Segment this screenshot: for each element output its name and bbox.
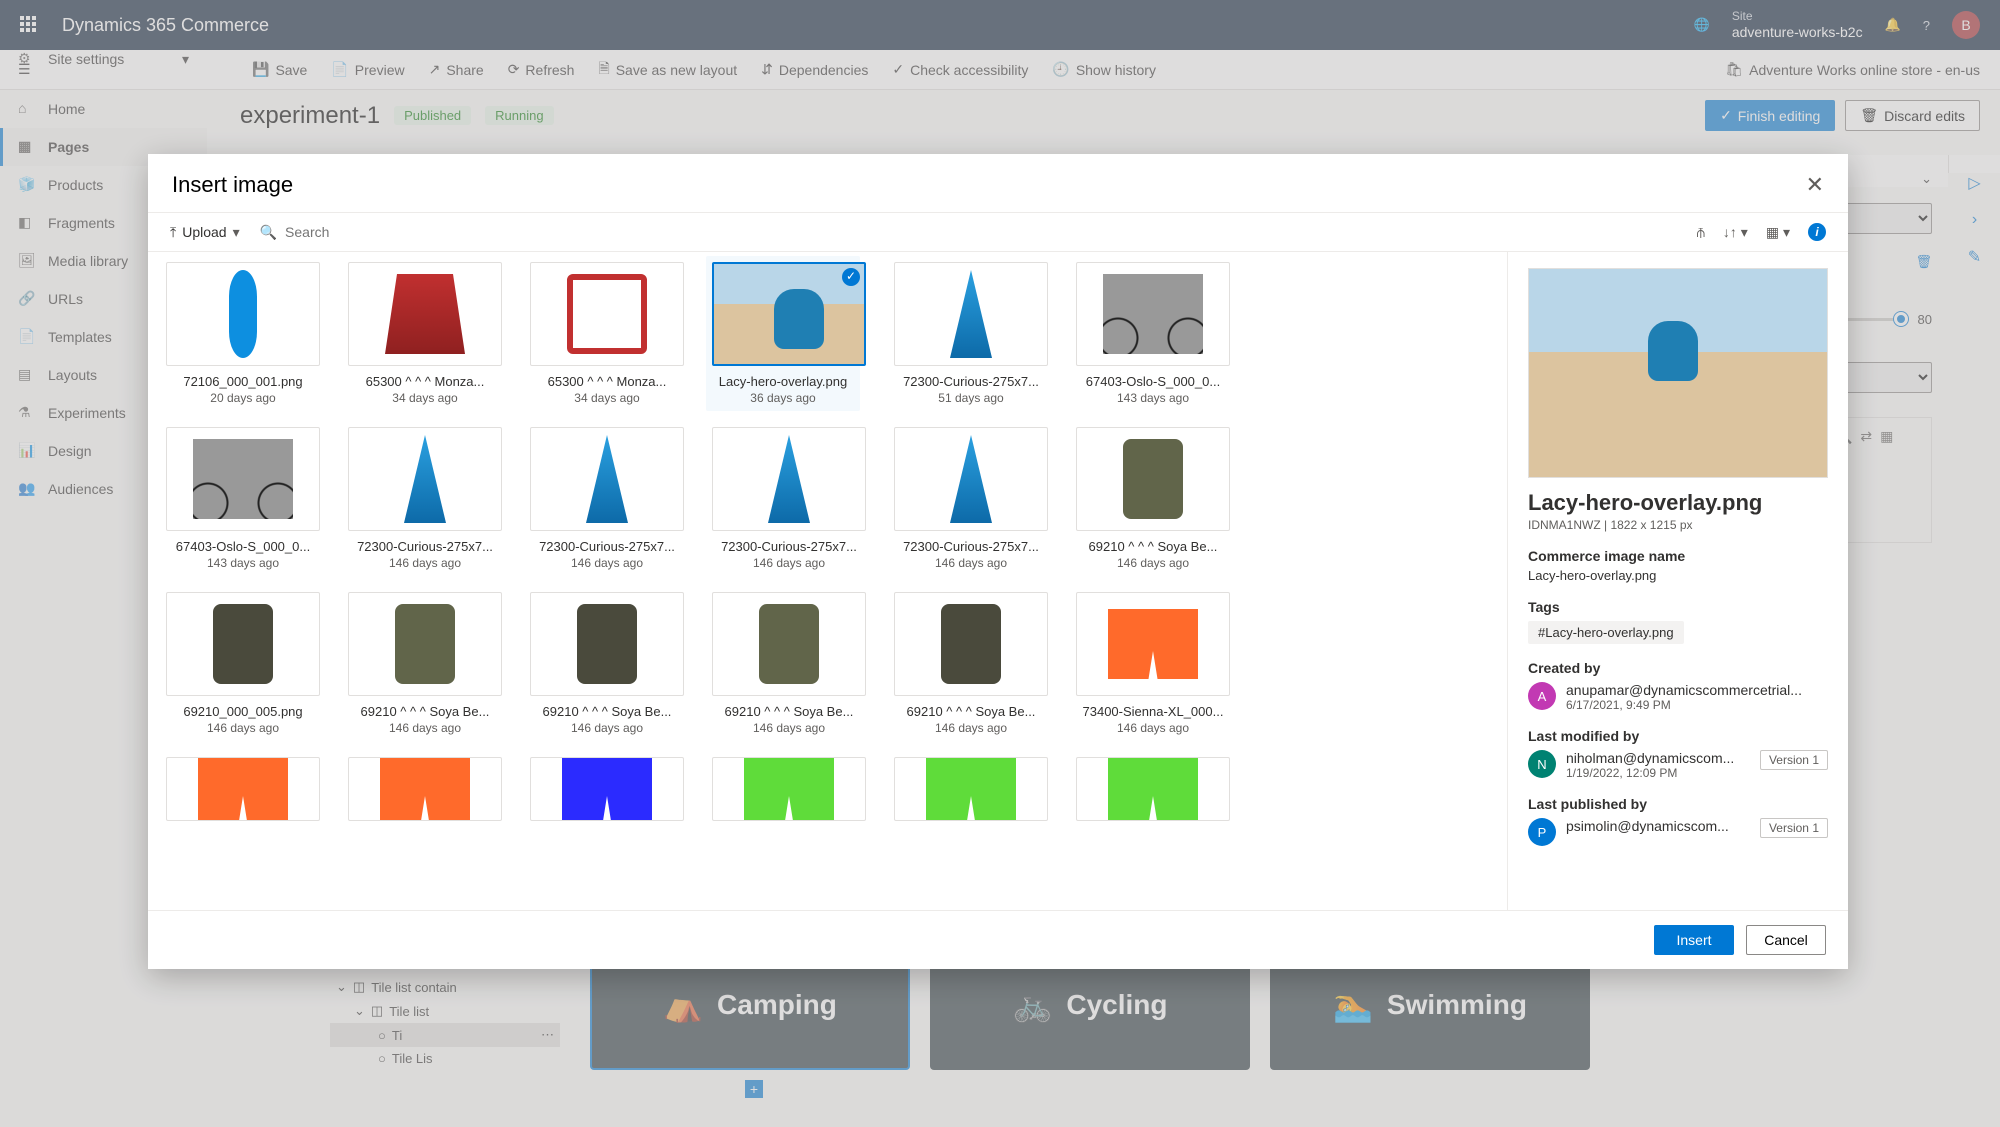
avatar: N [1528,750,1556,778]
thumbnail-card[interactable] [348,757,502,821]
thumbnail-name: 67403-Oslo-S_000_0... [1076,374,1230,389]
detail-pane: Lacy-hero-overlay.png IDNMA1NWZ | 1822 x… [1508,252,1848,910]
thumbnail-date: 146 days ago [894,556,1048,570]
thumbnail-card[interactable]: 69210 ^ ^ ^ Soya Be... 146 days ago [530,592,684,735]
thumbnail-card[interactable] [530,757,684,821]
upload-button[interactable]: ⤒ Upload ▾ [170,224,240,241]
thumbnail-name: Lacy-hero-overlay.png [712,374,854,389]
label-modified: Last modified by [1528,728,1828,744]
info-icon[interactable]: i [1808,223,1826,241]
thumbnail-card[interactable]: 72300-Curious-275x7... 146 days ago [530,427,684,570]
thumbnail-card[interactable]: 67403-Oslo-S_000_0... 143 days ago [1076,262,1230,405]
thumbnail-name: 72106_000_001.png [166,374,320,389]
thumbnail-card[interactable]: 72300-Curious-275x7... 51 days ago [894,262,1048,405]
thumbnail-name: 72300-Curious-275x7... [712,539,866,554]
thumbnail-card[interactable]: 67403-Oslo-S_000_0... 143 days ago [166,427,320,570]
cancel-button[interactable]: Cancel [1746,925,1826,955]
search-icon: 🔍 [260,224,277,241]
thumbnail-date: 143 days ago [1076,391,1230,405]
thumbnail-card[interactable]: 72300-Curious-275x7... 146 days ago [894,427,1048,570]
thumbnail-name: 69210 ^ ^ ^ Soya Be... [712,704,866,719]
thumbnail-card[interactable]: 72300-Curious-275x7... 146 days ago [348,427,502,570]
thumbnail-card[interactable] [894,757,1048,821]
thumbnail-card[interactable]: 69210 ^ ^ ^ Soya Be... 146 days ago [712,592,866,735]
created-user: anupamar@dynamicscommercetrial... [1566,682,1802,698]
search-box[interactable]: 🔍 [260,224,405,241]
thumbnail-card[interactable]: 65300 ^ ^ ^ Monza... 34 days ago [530,262,684,405]
thumbnail-name: 65300 ^ ^ ^ Monza... [530,374,684,389]
close-icon[interactable]: ✕ [1806,172,1824,198]
avatar: A [1528,682,1556,710]
thumbnail-date: 146 days ago [348,721,502,735]
value-commerce-name: Lacy-hero-overlay.png [1528,568,1828,583]
tag-chip[interactable]: #Lacy-hero-overlay.png [1528,621,1684,644]
thumbnail-name: 72300-Curious-275x7... [348,539,502,554]
thumbnail-card[interactable]: 72300-Curious-275x7... 146 days ago [712,427,866,570]
thumbnail-card[interactable] [166,757,320,821]
thumbnail-card[interactable]: 65300 ^ ^ ^ Monza... 34 days ago [348,262,502,405]
thumbnail-date: 146 days ago [894,721,1048,735]
thumbnail-date: 146 days ago [166,721,320,735]
detail-idline: IDNMA1NWZ | 1822 x 1215 px [1528,518,1828,532]
insert-button[interactable]: Insert [1654,925,1734,955]
thumbnail-card[interactable]: 69210_000_005.png 146 days ago [166,592,320,735]
thumbnail-card[interactable]: 73400-Sienna-XL_000... 146 days ago [1076,592,1230,735]
filter-icon[interactable]: ⫚ [1697,224,1705,241]
thumbnail-name: 72300-Curious-275x7... [530,539,684,554]
thumbnail-date: 146 days ago [530,721,684,735]
detail-filename: Lacy-hero-overlay.png [1528,490,1828,516]
modified-date: 1/19/2022, 12:09 PM [1566,766,1750,780]
thumbnail-name: 69210 ^ ^ ^ Soya Be... [1076,539,1230,554]
sort-icon[interactable]: ↓↑ ▾ [1723,224,1748,241]
published-user: psimolin@dynamicscom... [1566,818,1750,834]
thumbnail-date: 146 days ago [712,556,866,570]
thumbnail-date: 34 days ago [530,391,684,405]
thumbnail-name: 72300-Curious-275x7... [894,539,1048,554]
label-published: Last published by [1528,796,1828,812]
thumbnail-card[interactable] [712,757,866,821]
thumbnail-card[interactable]: Lacy-hero-overlay.png 36 days ago [706,256,860,411]
version-badge: Version 1 [1760,750,1828,770]
chevron-down-icon: ▾ [233,224,240,241]
label-created: Created by [1528,660,1828,676]
image-gallery: 72106_000_001.png 20 days ago 65300 ^ ^ ^ … [148,252,1508,910]
modal-title: Insert image [172,172,293,198]
thumbnail-name: 69210_000_005.png [166,704,320,719]
thumbnail-name: 73400-Sienna-XL_000... [1076,704,1230,719]
thumbnail-card[interactable]: 69210 ^ ^ ^ Soya Be... 146 days ago [1076,427,1230,570]
thumbnail-name: 72300-Curious-275x7... [894,374,1048,389]
thumbnail-card[interactable]: 69210 ^ ^ ^ Soya Be... 146 days ago [894,592,1048,735]
thumbnail-card[interactable]: 72106_000_001.png 20 days ago [166,262,320,405]
modified-user: niholman@dynamicscom... [1566,750,1750,766]
detail-preview [1528,268,1828,478]
thumbnail-date: 143 days ago [166,556,320,570]
thumbnail-date: 146 days ago [530,556,684,570]
thumbnail-date: 36 days ago [712,391,854,405]
insert-image-modal: Insert image ✕ ⤒ Upload ▾ 🔍 ⫚ ↓↑ ▾ ▦ ▾ i… [148,154,1848,969]
thumbnail-card[interactable] [1076,757,1230,821]
view-icon[interactable]: ▦ ▾ [1766,224,1790,241]
thumbnail-card[interactable]: 69210 ^ ^ ^ Soya Be... 146 days ago [348,592,502,735]
created-date: 6/17/2021, 9:49 PM [1566,698,1802,712]
upload-icon: ⤒ [170,224,176,241]
thumbnail-date: 146 days ago [1076,556,1230,570]
thumbnail-name: 69210 ^ ^ ^ Soya Be... [530,704,684,719]
label-commerce-name: Commerce image name [1528,548,1828,564]
thumbnail-name: 69210 ^ ^ ^ Soya Be... [348,704,502,719]
thumbnail-name: 65300 ^ ^ ^ Monza... [348,374,502,389]
thumbnail-date: 146 days ago [712,721,866,735]
thumbnail-date: 146 days ago [1076,721,1230,735]
thumbnail-date: 51 days ago [894,391,1048,405]
label-tags: Tags [1528,599,1828,615]
thumbnail-name: 67403-Oslo-S_000_0... [166,539,320,554]
thumbnail-name: 69210 ^ ^ ^ Soya Be... [894,704,1048,719]
avatar: P [1528,818,1556,846]
thumbnail-date: 20 days ago [166,391,320,405]
version-badge: Version 1 [1760,818,1828,838]
thumbnail-date: 34 days ago [348,391,502,405]
thumbnail-date: 146 days ago [348,556,502,570]
search-input[interactable] [285,224,405,240]
